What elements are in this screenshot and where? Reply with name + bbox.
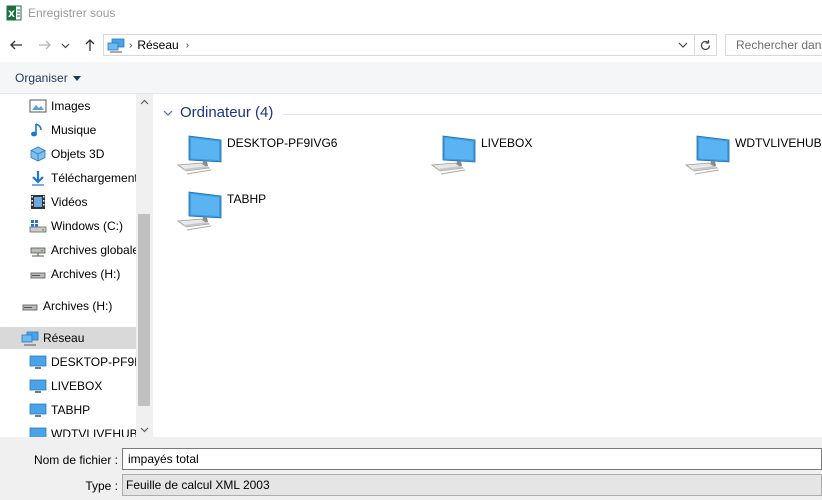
computer-icon: [29, 427, 47, 437]
navigation-pane: Images Musique Objets 3D Téléchargements…: [0, 94, 152, 437]
caret-down-icon: [72, 75, 81, 81]
computer-name: TABHP: [227, 192, 267, 206]
scroll-thumb[interactable]: [138, 214, 150, 406]
computer-name: DESKTOP-PF9IVG6: [227, 136, 338, 150]
file-type-label: Type :: [85, 479, 118, 493]
nav-item-wdtvlivehub[interactable]: WDTVLIVEHUB: [0, 423, 136, 437]
group-title: Ordinateur (4): [180, 104, 274, 121]
drive-icon: [22, 304, 38, 311]
network-drive-icon: [30, 247, 46, 257]
nav-item-label: WDTVLIVEHUB: [51, 427, 136, 437]
nav-item-label: Archives (H:): [43, 299, 113, 313]
chevron-up-icon: [140, 99, 148, 104]
chevron-down-icon: [163, 110, 173, 116]
save-form: Nom de fichier : impayés total Type : Fe…: [0, 437, 822, 500]
computer-icon: [684, 135, 730, 175]
nav-item-images[interactable]: Images: [0, 95, 136, 117]
computer-tile-desktop-pf9ivg6[interactable]: DESKTOP-PF9IVG6: [175, 132, 375, 184]
nav-item-label: Téléchargements: [51, 171, 136, 185]
computer-name: WDTVLIVEHUB: [735, 136, 822, 150]
navigation-bar: › Réseau › Rechercher dans: [0, 30, 822, 60]
nav-item-windows-c[interactable]: Windows (C:): [0, 215, 136, 237]
nav-item-reseau[interactable]: Réseau: [0, 327, 136, 349]
filename-input[interactable]: impayés total: [122, 448, 822, 470]
refresh-icon: [700, 39, 711, 50]
file-type-select[interactable]: Feuille de calcul XML 2003: [122, 474, 822, 496]
arrow-right-icon: [39, 40, 51, 50]
computer-icon: [176, 191, 222, 231]
scroll-down-button[interactable]: [136, 421, 152, 437]
group-header-computers[interactable]: Ordinateur (4): [162, 104, 273, 121]
computer-icon: [430, 135, 476, 175]
title-bar: X Enregistrer sous: [0, 0, 822, 26]
nav-item-label: Archives globale: [51, 243, 136, 257]
chevron-down-icon: [61, 43, 69, 48]
window-title: Enregistrer sous: [28, 6, 116, 20]
drive-icon: [30, 272, 46, 279]
file-view: Ordinateur (4) DESKTOP-PF9IVG6 LIVEBOX W…: [153, 94, 822, 437]
organize-button[interactable]: Organiser: [15, 71, 81, 85]
nav-item-music[interactable]: Musique: [0, 119, 136, 141]
forward-button[interactable]: [34, 34, 56, 56]
nav-item-label: TABHP: [51, 403, 91, 417]
breadcrumb-item-reseau[interactable]: Réseau: [137, 38, 178, 52]
breadcrumb-separator[interactable]: ›: [129, 40, 132, 51]
arrow-left-icon: [10, 40, 22, 50]
nav-item-3d-objects[interactable]: Objets 3D: [0, 143, 136, 165]
computer-icon: [29, 403, 47, 417]
nav-item-archives-h[interactable]: Archives (H:): [0, 263, 136, 285]
nav-item-tabhp[interactable]: TABHP: [0, 399, 136, 421]
nav-item-label: Images: [51, 99, 91, 113]
nav-item-label: Archives (H:): [51, 267, 121, 281]
computer-tile-wdtvlivehub[interactable]: WDTVLIVEHUB: [683, 132, 822, 184]
arrow-up-icon: [85, 39, 95, 51]
images-folder-icon: [29, 99, 47, 113]
command-bar: Organiser: [0, 62, 822, 94]
nav-item-desktop-pf9ivg6[interactable]: DESKTOP-PF9IVG6: [0, 351, 136, 373]
windows-drive-icon: [29, 220, 47, 233]
svg-text:X: X: [8, 10, 15, 20]
downloads-folder-icon: [32, 171, 44, 186]
nav-item-livebox[interactable]: LIVEBOX: [0, 375, 136, 397]
network-icon: [21, 331, 39, 346]
nav-item-label: Vidéos: [51, 195, 88, 209]
excel-icon: X: [6, 5, 22, 21]
up-button[interactable]: [79, 34, 101, 56]
nav-item-label: DESKTOP-PF9IVG6: [51, 355, 136, 369]
search-input[interactable]: Rechercher dans: [725, 34, 822, 56]
computer-tile-tabhp[interactable]: TABHP: [175, 188, 375, 240]
network-icon: [107, 38, 125, 53]
recent-locations-button[interactable]: [58, 34, 72, 56]
nav-item-label: LIVEBOX: [51, 379, 103, 393]
organize-label: Organiser: [15, 71, 68, 85]
computer-tile-livebox[interactable]: LIVEBOX: [429, 132, 629, 184]
nav-item-label: Windows (C:): [51, 219, 124, 233]
3d-objects-folder-icon: [30, 146, 46, 162]
videos-folder-icon: [31, 195, 45, 209]
computer-icon: [29, 355, 47, 369]
nav-item-videos[interactable]: Vidéos: [0, 191, 136, 213]
chevron-down-icon: [140, 427, 148, 432]
computer-name: LIVEBOX: [481, 136, 533, 150]
music-folder-icon: [31, 123, 42, 137]
breadcrumb-separator[interactable]: ›: [186, 40, 189, 51]
nav-item-archives-h-root[interactable]: Archives (H:): [0, 295, 136, 317]
back-button[interactable]: [5, 34, 27, 56]
nav-item-label: Musique: [51, 123, 97, 137]
computer-icon: [176, 135, 222, 175]
nav-item-archives-globale[interactable]: Archives globale: [0, 239, 136, 261]
refresh-button[interactable]: [694, 35, 716, 55]
address-bar[interactable]: › Réseau ›: [103, 34, 717, 56]
chevron-down-icon[interactable]: [676, 38, 690, 52]
nav-item-label: Réseau: [43, 331, 85, 345]
scroll-up-button[interactable]: [136, 94, 152, 110]
nav-item-downloads[interactable]: Téléchargements: [0, 167, 136, 189]
nav-pane-scrollbar[interactable]: [136, 94, 152, 437]
filename-label: Nom de fichier :: [33, 453, 118, 467]
group-divider: [283, 114, 822, 115]
computer-icon: [29, 379, 47, 393]
nav-item-label: Objets 3D: [51, 147, 105, 161]
